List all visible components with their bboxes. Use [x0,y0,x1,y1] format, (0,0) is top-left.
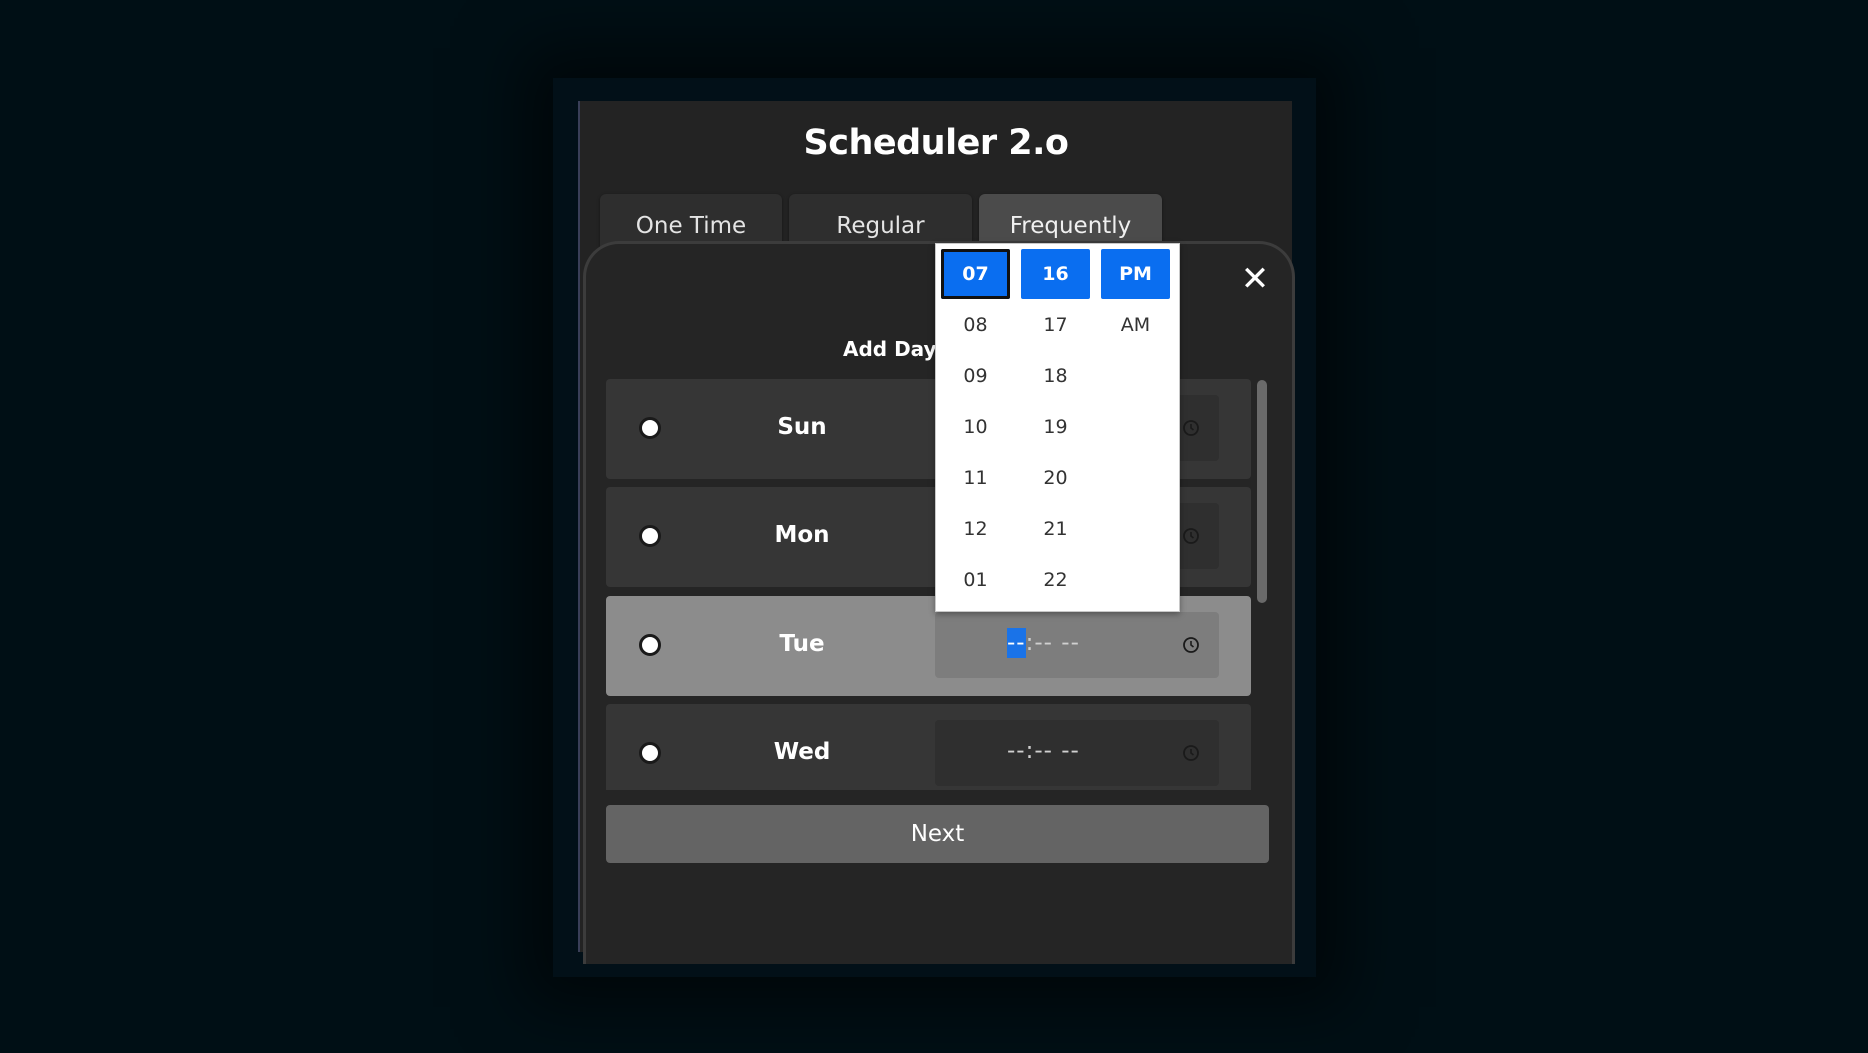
hour-option[interactable]: 12 [938,504,1013,555]
clock-icon[interactable] [1182,636,1200,654]
minute-option[interactable]: 18 [1018,351,1093,402]
add-day-heading: Add Day [843,337,937,361]
hour-option[interactable]: 08 [938,300,1013,351]
day-radio-mon[interactable] [639,525,661,547]
period-option[interactable]: PM [1101,249,1170,299]
time-picker-dropdown[interactable]: 07 08 09 10 11 12 01 16 17 18 19 20 21 2… [935,243,1180,612]
hour-option[interactable]: 01 [938,555,1013,606]
minute-column[interactable]: 16 17 18 19 20 21 22 [1018,249,1093,606]
screen: Scheduler 2.o One Time Regular Frequentl… [0,0,1868,1053]
hour-option[interactable]: 09 [938,351,1013,402]
day-label-sun: Sun [777,414,827,440]
time-value-tue: --:-- -- [1007,628,1080,658]
day-radio-tue[interactable] [639,634,661,656]
clock-icon[interactable] [1182,419,1200,437]
hour-option[interactable]: 10 [938,402,1013,453]
close-icon[interactable]: ✕ [1238,262,1272,296]
time-input-tue[interactable]: --:-- -- [935,612,1219,678]
day-radio-sun[interactable] [639,417,661,439]
time-value-wed: --:-- -- [1007,738,1080,764]
minute-option[interactable]: 19 [1018,402,1093,453]
hour-option[interactable]: 11 [938,453,1013,504]
next-button[interactable]: Next [606,805,1269,863]
minute-option[interactable]: 16 [1021,249,1090,299]
day-label-wed: Wed [773,739,831,765]
time-input-wed[interactable]: --:-- -- [935,720,1219,786]
minute-option[interactable]: 20 [1018,453,1093,504]
app-title: Scheduler 2.o [803,123,1069,163]
day-row-wed[interactable]: Wed --:-- -- [606,704,1251,790]
day-label-tue: Tue [779,631,825,657]
minute-option[interactable]: 17 [1018,300,1093,351]
hour-option[interactable]: 07 [941,249,1010,299]
day-label-mon: Mon [774,522,830,548]
clock-icon[interactable] [1182,744,1200,762]
hour-segment-focused[interactable]: -- [1007,628,1026,658]
minute-option[interactable]: 22 [1018,555,1093,606]
day-list-scrollbar[interactable] [1257,380,1267,603]
day-radio-wed[interactable] [639,742,661,764]
time-rest-tue: :-- -- [1025,630,1080,656]
minute-option[interactable]: 21 [1018,504,1093,555]
period-column[interactable]: PM AM [1098,249,1173,351]
hour-column[interactable]: 07 08 09 10 11 12 01 [938,249,1013,606]
clock-icon[interactable] [1182,527,1200,545]
period-option[interactable]: AM [1098,300,1173,351]
